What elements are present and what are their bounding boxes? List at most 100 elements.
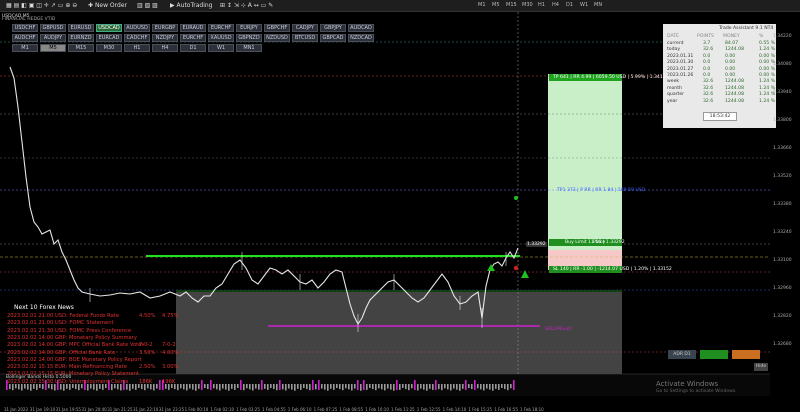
histogram-bar [186,384,188,391]
news-time: 2023.02.02 14:00 [7,342,55,349]
assistant-cell: 2023.01.26 [667,73,694,78]
period-button-m5[interactable]: M5 [40,44,66,52]
auto-trading-button[interactable]: ▶ AutoTrading [168,1,214,11]
entry-bar[interactable]: Buy Limit 11.56 | 1.33292 Place [549,239,625,246]
symbol-button-btcusd[interactable]: BTCUSD [292,34,318,42]
histogram-bar [438,384,440,390]
histogram-bar [351,384,353,391]
histogram-bar [501,384,503,388]
symbol-button-gbpjpy[interactable]: GBPJPY [320,24,346,32]
symbol-button-cadchf[interactable]: CADCHF [124,34,150,42]
symbol-button-nzdjpy[interactable]: NZDJPY [152,34,178,42]
histogram-bar [369,384,371,388]
adr-green-button[interactable] [700,350,728,359]
new-order-button[interactable]: ✚ New Order [86,1,129,11]
news-panel: Next 10 Forex News 2023.02.01 21:00 USD:… [4,304,179,386]
news-item: 2023.02.02 14:00 GBP: MPC Official Bank … [7,342,144,348]
assistant-cell: 2023.01.30 [667,60,694,66]
symbol-button-gbpusd[interactable]: GBPUSD [40,24,66,32]
histogram-bar [456,384,458,390]
news-title: Next 10 Forex News [14,304,74,311]
news-time: 2023.02.02 14:00 [7,334,55,341]
sell-label: SELL/PEvolt [545,327,572,332]
tf-mn[interactable]: MN [594,2,602,8]
symbol-button-nzdcad[interactable]: NZDCAD [348,34,374,42]
symbol-button-euraud[interactable]: EURAUD [180,24,206,32]
place-button[interactable]: Place [589,239,605,246]
symbol-button-eurchf[interactable]: EURCHF [180,34,206,42]
chart-tools-icons[interactable]: ⊞ ↕ ⇲ ⊹ A ↔ ▭ ✎ [218,1,275,11]
symbol-button-gbpnzd[interactable]: GBPNZD [236,34,262,42]
histogram-bar [201,380,203,390]
tf-m5[interactable]: M5 [492,2,500,8]
tf-m30[interactable]: M30 [522,2,533,8]
time-tick: 1 Feb 12:55 [416,407,441,412]
assistant-cell: week [667,79,680,85]
symbol-button-cadjpy[interactable]: CADJPY [292,24,318,32]
histogram-bar [414,380,416,390]
symbol-button-gbpchf[interactable]: GBPCHF [264,24,290,32]
histogram-bar [441,384,443,391]
histogram-bar [282,384,284,390]
histogram-bar [234,384,236,390]
symbol-button-usdcad[interactable]: USDCAD [96,24,122,32]
take-profit-label[interactable]: TP 641 | RR 4.99 | 6059.50 USD | 5.99% |… [549,74,669,81]
histogram-bar [285,384,287,391]
symbol-button-audusd[interactable]: AUDUSD [124,24,150,32]
toolbar-icons[interactable]: ▦ ▤ ◧ ▣ ◫ ✛ ↗ ▭ ⊕ ⊖ [4,1,79,11]
tf-m15[interactable]: M15 [506,2,517,8]
chart-window[interactable]: USDCAD,M5 FINANCIAL HEDGE VTID USDCHF GBP… [0,12,800,412]
period-button-m1[interactable]: M1 [12,44,38,52]
chart-subtitle: FINANCIAL HEDGE VTID [2,17,56,22]
period-button-w1[interactable]: W1 [208,44,234,52]
symbol-button-eurchf[interactable]: EURCHF [208,24,234,32]
histogram-bar [231,384,233,389]
histogram-bar [324,384,326,390]
histogram-bar [348,384,350,390]
tf-h1[interactable]: H1 [538,2,545,8]
symbol-button-eurjpy[interactable]: EURJPY [236,24,262,32]
symbol-button-audcad[interactable]: AUDCAD [348,24,374,32]
time-tick: 31 Jan 22:10 [133,407,159,412]
histogram-bar [423,384,425,390]
symbol-button-eurgbp[interactable]: EURGBP [152,24,178,32]
tf-w1[interactable]: W1 [580,2,588,8]
symbol-button-gbpcad[interactable]: GBPCAD [320,34,346,42]
symbol-button-audjpy[interactable]: AUDJPY [40,34,66,42]
symbol-button-nzdusd[interactable]: NZDUSD [264,34,290,42]
take-profit-zone [548,74,622,250]
tf-m1[interactable]: M1 [478,2,486,8]
symbol-button-eurusd[interactable]: EURUSD [68,24,94,32]
indicator-icons[interactable]: ▥ ▧ ▨ [135,1,160,11]
news-time: 2023.02.02 14:00 [7,356,55,363]
adr-orange-button[interactable] [732,350,760,359]
symbol-button-eurnzd[interactable]: EURNZD [68,34,94,42]
period-button-h1[interactable]: H1 [124,44,150,52]
period-button-d1[interactable]: D1 [180,44,206,52]
current-price-tag: 1.33292 [526,242,547,247]
symbol-button-usdchf[interactable]: USDCHF [12,24,38,32]
tf-h4[interactable]: H4 [552,2,559,8]
histogram-bar [258,384,260,390]
histogram-bar [270,384,272,388]
tf-d1[interactable]: D1 [566,2,573,8]
news-text: USD: Federal Funds Rate [54,313,120,319]
histogram-bar [237,384,239,388]
period-button-m15[interactable]: M15 [68,44,94,52]
period-button-mn1[interactable]: MN1 [236,44,262,52]
histogram-bar [249,384,251,390]
adr-button[interactable]: ADR D1 [668,350,696,359]
hide-button[interactable]: Hide [754,363,768,371]
period-button-h4[interactable]: H4 [152,44,178,52]
symbol-button-audchf[interactable]: AUDCHF [12,34,38,42]
price-tick: 1.33940 [773,90,792,95]
tp1-label[interactable]: TP1 373 | P RR | RR 1.84 | 589.59 USD [549,187,645,194]
histogram-bar [291,384,293,390]
period-button-m30[interactable]: M30 [96,44,122,52]
news-forecast: 4.75% [162,313,179,319]
assistant-cell: quarter [667,92,685,98]
histogram-bar [513,380,515,390]
symbol-button-xauusd[interactable]: XAUUSD [208,34,234,42]
symbol-button-eurcad[interactable]: EURCAD [96,34,122,42]
stop-loss-label[interactable]: SL 140 | RR -1.00 | -1214.07 USD | 1.20%… [549,266,672,273]
